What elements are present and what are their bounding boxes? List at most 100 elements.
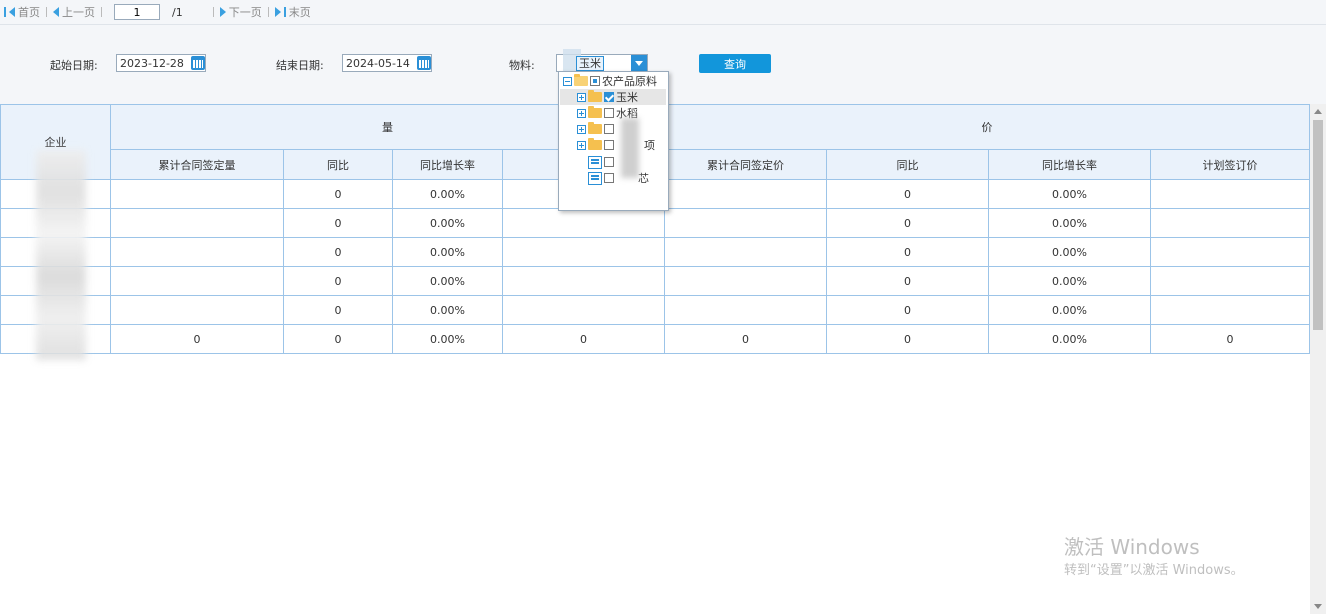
tree-node[interactable]: [588, 154, 616, 170]
tree-checkbox[interactable]: [590, 76, 600, 86]
material-tree-dropdown: 农产品原料 玉米 水稻 项 芯: [558, 71, 669, 211]
last-page-icon: [274, 7, 281, 17]
prev-page-icon: [53, 7, 59, 17]
expand-icon[interactable]: [577, 124, 586, 134]
table-cell: [664, 295, 827, 325]
material-selected-tag: 玉米: [576, 56, 604, 71]
expand-icon[interactable]: [577, 108, 586, 118]
vertical-scrollbar[interactable]: [1310, 104, 1326, 614]
table-cell: 0: [826, 208, 989, 238]
calendar-icon[interactable]: [191, 56, 205, 70]
column-header: 同比: [826, 149, 989, 180]
tree-checkbox[interactable]: [604, 157, 614, 167]
calendar-icon[interactable]: [417, 56, 431, 70]
table-row: 0 0.00% 0 0.00%: [0, 295, 1310, 325]
table-row: 0 0.00% 0 0.00%: [0, 208, 1310, 238]
query-button[interactable]: 查询: [699, 54, 771, 73]
table-cell: 0: [826, 324, 989, 354]
redacted-enterprise-names: [36, 150, 86, 360]
scroll-down-icon[interactable]: [1314, 604, 1322, 609]
table-cell: 0: [283, 266, 393, 296]
column-header: 计划签订价: [1150, 149, 1310, 180]
table-cell: [1150, 295, 1310, 325]
tree-checkbox[interactable]: [604, 108, 614, 118]
tree-node[interactable]: 芯: [588, 170, 649, 186]
table-cell: 0: [826, 295, 989, 325]
tree-checkbox[interactable]: [604, 140, 614, 150]
table-cell: 0: [826, 237, 989, 267]
collapse-icon[interactable]: [563, 76, 572, 86]
column-header: 累计合同签定价: [664, 149, 827, 180]
scroll-thumb[interactable]: [1313, 120, 1323, 330]
column-header: 同比增长率: [392, 149, 503, 180]
scroll-up-icon[interactable]: [1314, 109, 1322, 114]
table-cell: 0.00%: [988, 295, 1151, 325]
table-cell: 0: [826, 266, 989, 296]
table-cell: 0: [502, 324, 665, 354]
table-row: 0 0.00% 0 0.00%: [0, 266, 1310, 296]
tree-node[interactable]: 项: [577, 137, 655, 153]
tree-node[interactable]: 玉米: [560, 89, 666, 105]
table-cell: 0: [283, 295, 393, 325]
table-cell: 0: [826, 179, 989, 209]
end-date-label: 结束日期:: [276, 59, 324, 72]
folder-icon: [588, 122, 602, 134]
document-icon: [588, 155, 602, 169]
folder-open-icon: [574, 74, 588, 86]
column-header: 同比: [283, 149, 393, 180]
folder-icon: [588, 138, 602, 150]
table-cell: 0.00%: [988, 266, 1151, 296]
table-cell: 0: [283, 179, 393, 209]
expand-icon[interactable]: [577, 140, 586, 150]
price-group-header: 价: [664, 104, 1310, 150]
table-cell: [502, 208, 665, 238]
table-cell: [110, 237, 284, 267]
column-header: 累计合同签定量: [110, 149, 284, 180]
tree-node[interactable]: [577, 121, 616, 137]
next-page-icon: [219, 7, 226, 17]
end-date-field[interactable]: 2024-05-14: [342, 54, 432, 72]
first-page-icon: [4, 7, 6, 17]
table-cell: 0.00%: [988, 237, 1151, 267]
table-cell: [1150, 266, 1310, 296]
column-header: 同比增长率: [988, 149, 1151, 180]
table-cell: [664, 237, 827, 267]
table-cell: 0.00%: [988, 324, 1151, 354]
table-cell: 0: [283, 208, 393, 238]
table-cell: [110, 266, 284, 296]
tree-checkbox[interactable]: [604, 92, 614, 102]
first-page-button[interactable]: 首页: [4, 4, 40, 20]
tree-checkbox[interactable]: [604, 124, 614, 134]
table-cell: 0.00%: [392, 324, 503, 354]
table-cell: 0: [283, 237, 393, 267]
table-cell: 0: [110, 324, 284, 354]
page-number-input[interactable]: [114, 4, 160, 20]
folder-icon: [588, 106, 602, 118]
prev-page-button[interactable]: 上一页: [53, 4, 95, 20]
material-combobox[interactable]: 玉米: [556, 49, 648, 73]
table-row: 0 0 0.00% 0 0 0 0.00% 0: [0, 324, 1310, 354]
table-cell: [664, 208, 827, 238]
table-cell: 0: [664, 324, 827, 354]
start-date-field[interactable]: 2023-12-28: [116, 54, 206, 72]
start-date-label: 起始日期:: [50, 59, 98, 72]
chevron-down-icon[interactable]: [631, 55, 647, 71]
start-date-value: 2023-12-28: [120, 56, 184, 70]
table-cell: 0.00%: [988, 208, 1151, 238]
table-cell: 0: [283, 324, 393, 354]
next-page-button[interactable]: 下一页: [219, 4, 262, 20]
table-cell: [502, 266, 665, 296]
tree-checkbox[interactable]: [604, 173, 614, 183]
table-cell: [502, 295, 665, 325]
table-cell: [110, 208, 284, 238]
last-page-button[interactable]: 末页: [274, 4, 311, 20]
tree-node-root[interactable]: 农产品原料: [563, 73, 657, 89]
table-cell: [1150, 237, 1310, 267]
table-cell: 0.00%: [392, 208, 503, 238]
document-icon: [588, 171, 602, 185]
table-cell: [664, 266, 827, 296]
table-cell: [110, 179, 284, 209]
table-cell: [1150, 179, 1310, 209]
table-cell: 0: [1150, 324, 1310, 354]
expand-icon[interactable]: [577, 92, 586, 102]
